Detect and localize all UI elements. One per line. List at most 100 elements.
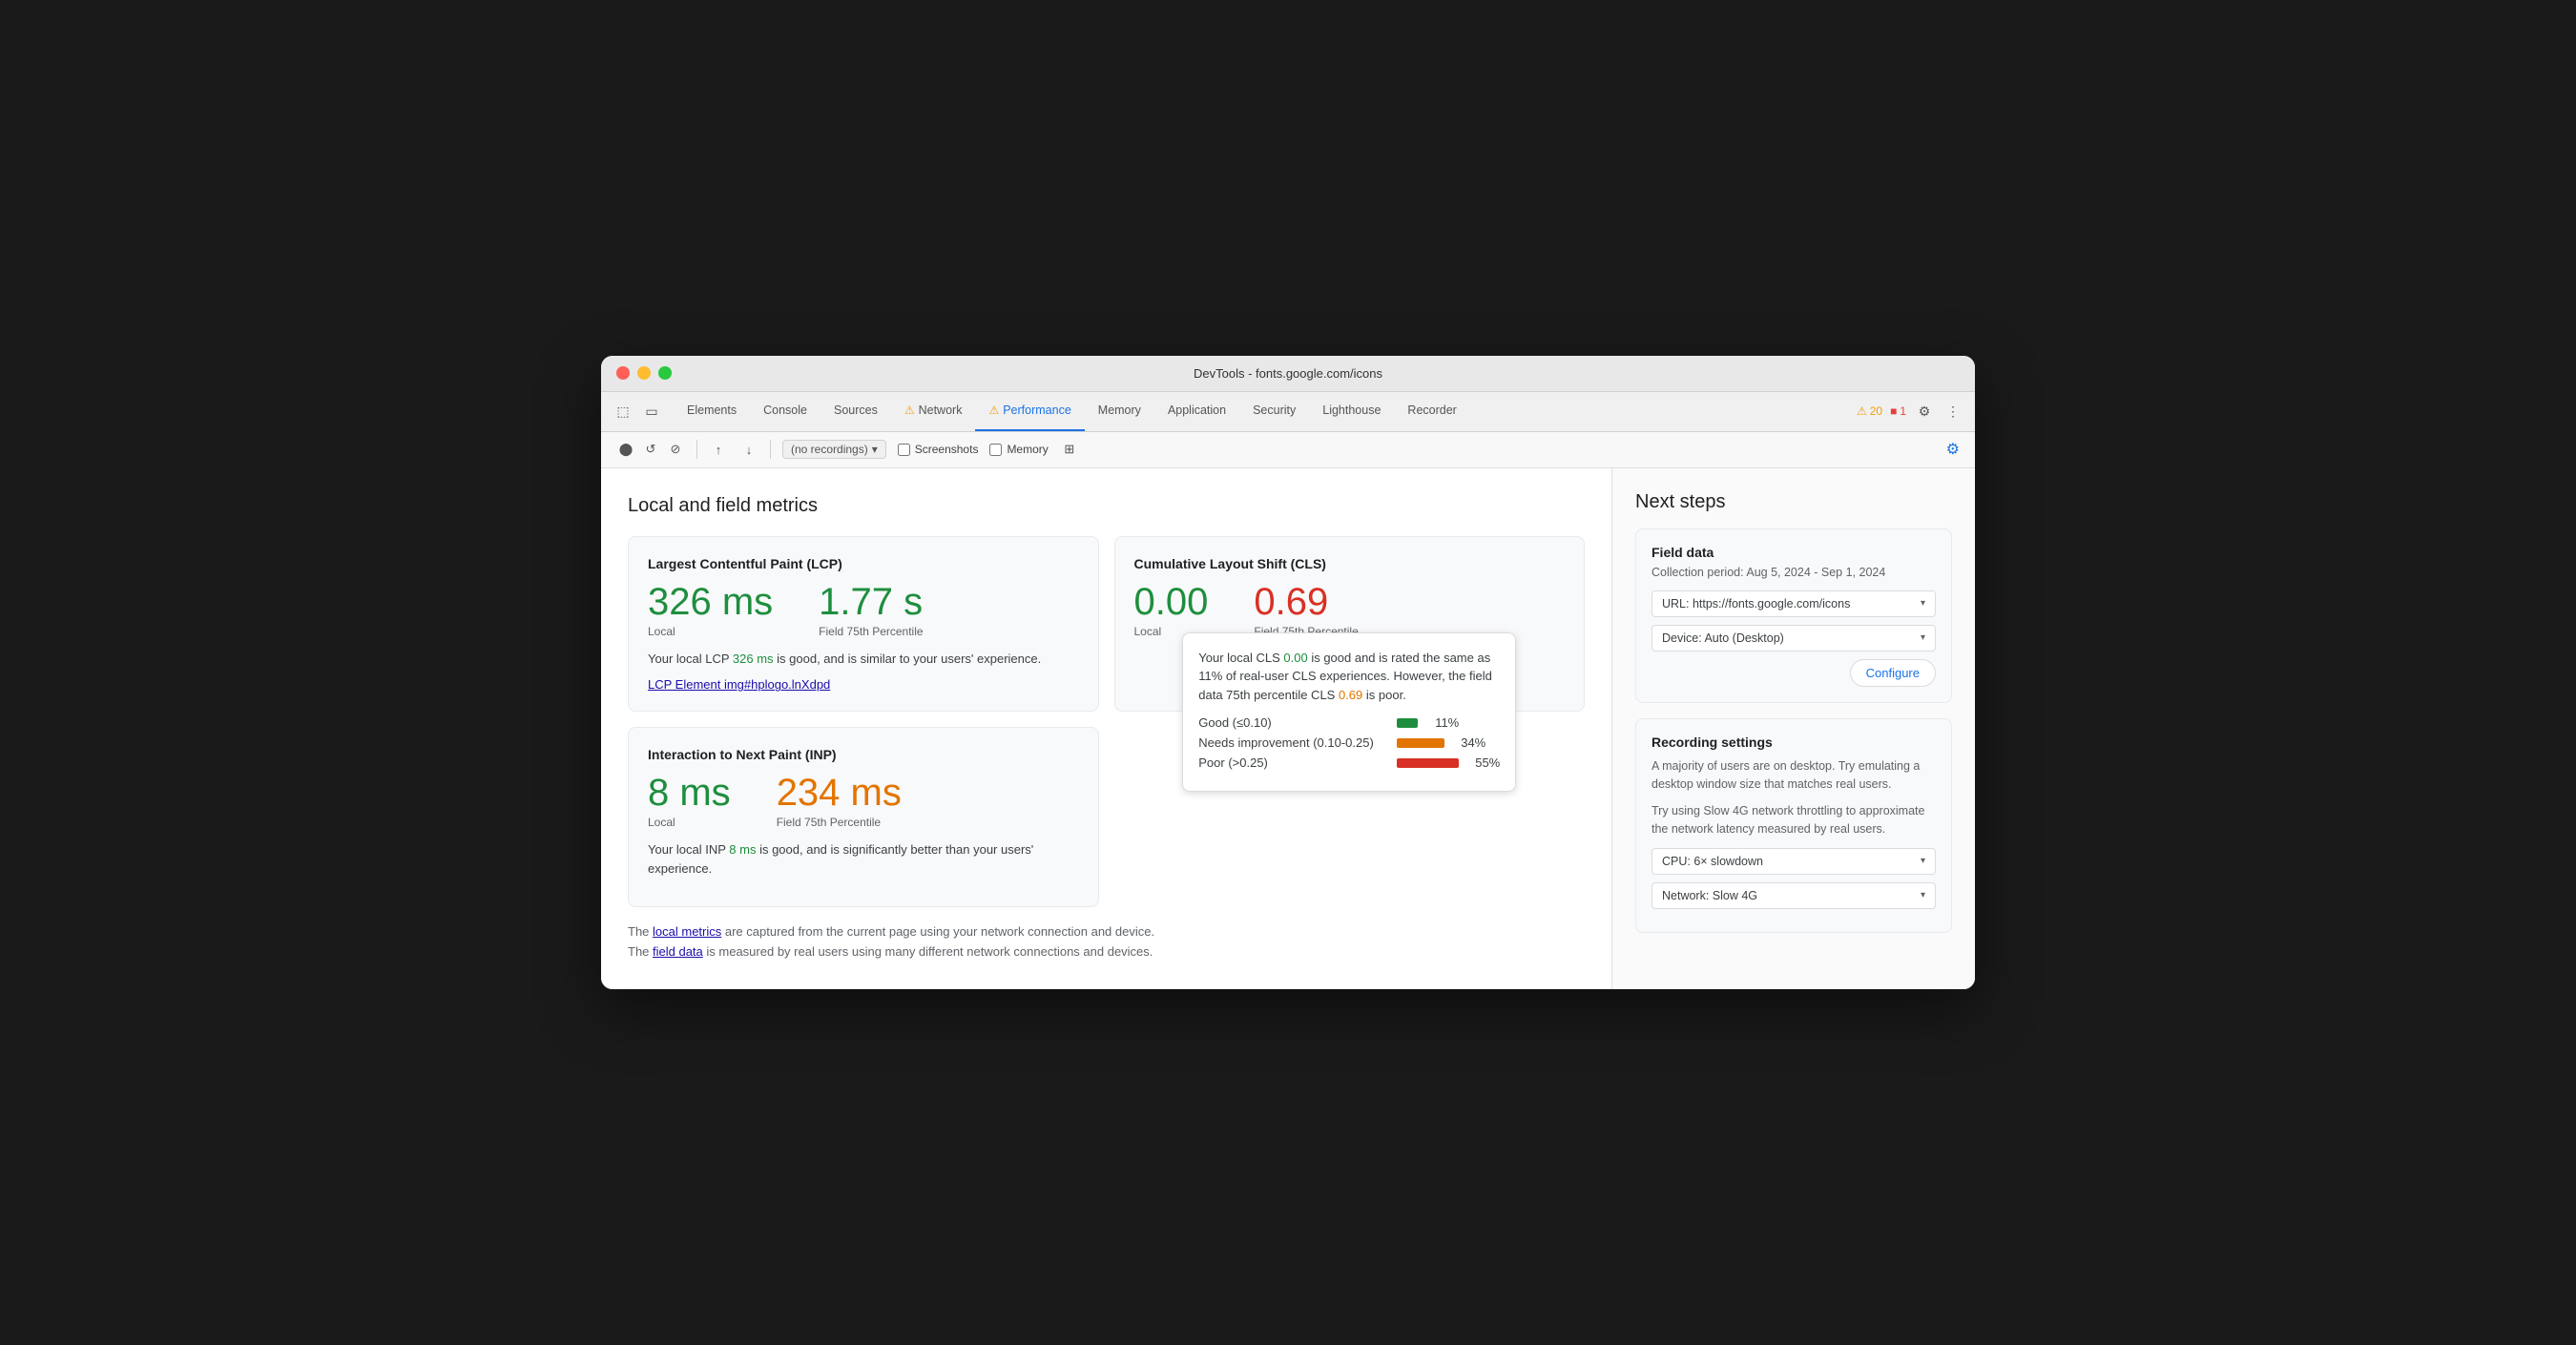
footer-line1: The local metrics are captured from the …	[628, 922, 1585, 942]
record-icon[interactable]: ⬤	[616, 440, 635, 459]
recording-dropdown[interactable]: (no recordings) ▾	[782, 440, 886, 459]
inp-field-label: Field 75th Percentile	[777, 816, 902, 829]
right-panel: Next steps Field data Collection period:…	[1612, 468, 1975, 989]
cls-tooltip-v2: 0.69	[1339, 688, 1362, 702]
tab-memory-label: Memory	[1098, 404, 1141, 417]
recording-settings-card: Recording settings A majority of users a…	[1635, 718, 1952, 933]
secondary-toolbar-right: ⚙	[1946, 440, 1960, 459]
toolbar-divider-2	[770, 440, 771, 459]
configure-button[interactable]: Configure	[1850, 659, 1936, 687]
tab-sources[interactable]: Sources	[821, 392, 891, 431]
field-data-period: Collection period: Aug 5, 2024 - Sep 1, …	[1652, 566, 1936, 579]
tab-elements[interactable]: Elements	[674, 392, 750, 431]
warning-count: 20	[1870, 404, 1882, 418]
lcp-element: LCP Element img#hplogo.lnXdpd	[648, 677, 1079, 692]
cls-bar-needs-label: Needs improvement (0.10-0.25)	[1198, 735, 1389, 750]
inp-description: Your local INP 8 ms is good, and is sign…	[648, 840, 1079, 878]
tab-bar: ⬚ ▭ Elements Console Sources ⚠ Network ⚠…	[601, 392, 1975, 432]
footer-line1-prefix: The	[628, 924, 653, 939]
field-data-title: Field data	[1652, 545, 1936, 560]
cls-bar-poor-bar	[1397, 758, 1459, 768]
lcp-element-link[interactable]: img#hplogo.lnXdpd	[724, 677, 830, 692]
more-options-icon[interactable]: ⋮	[1942, 401, 1963, 422]
screenshots-label: Screenshots	[915, 443, 979, 456]
lcp-field-number: 1.77 s	[819, 583, 923, 621]
device-dropdown-arrow: ▾	[1921, 632, 1925, 643]
configure-btn-container: Configure	[1652, 659, 1936, 687]
cls-bar-needs-pct: 34%	[1452, 735, 1485, 750]
tab-application[interactable]: Application	[1154, 392, 1239, 431]
screenshots-checkbox[interactable]	[898, 444, 910, 456]
lcp-desc-value: 326 ms	[733, 652, 774, 666]
device-icon[interactable]: ▭	[641, 401, 662, 422]
lcp-field-label: Field 75th Percentile	[819, 625, 923, 638]
network-dropdown[interactable]: Network: Slow 4G ▾	[1652, 882, 1936, 909]
download-icon[interactable]: ↓	[739, 440, 758, 459]
close-button[interactable]	[616, 366, 630, 380]
tab-sources-label: Sources	[834, 404, 878, 417]
devtools-window: DevTools - fonts.google.com/icons ⬚ ▭ El…	[601, 356, 1975, 989]
tab-lighthouse-label: Lighthouse	[1322, 404, 1381, 417]
tab-network[interactable]: ⚠ Network	[891, 392, 976, 431]
memory-checkbox[interactable]	[989, 444, 1002, 456]
inp-local-label: Local	[648, 816, 731, 829]
error-icon: ■	[1890, 404, 1897, 418]
cls-bar-good: Good (≤0.10) 11%	[1198, 715, 1500, 730]
tab-application-label: Application	[1168, 404, 1226, 417]
metrics-icon[interactable]: ⊞	[1060, 440, 1079, 459]
recording-settings-text2: Try using Slow 4G network throttling to …	[1652, 802, 1936, 838]
screenshots-checkbox-label[interactable]: Screenshots	[898, 443, 979, 456]
tab-console[interactable]: Console	[750, 392, 821, 431]
cls-tooltip-suffix: is poor.	[1362, 688, 1406, 702]
tab-recorder-label: Recorder	[1407, 404, 1456, 417]
next-steps-title: Next steps	[1635, 491, 1952, 513]
tab-performance-label: Performance	[1003, 404, 1071, 417]
lcp-desc-prefix: Your local LCP	[648, 652, 733, 666]
lcp-title: Largest Contentful Paint (LCP)	[648, 556, 1079, 571]
tab-lighthouse[interactable]: Lighthouse	[1309, 392, 1394, 431]
settings-gear-icon[interactable]: ⚙	[1946, 442, 1960, 458]
refresh-icon[interactable]: ↺	[641, 440, 660, 459]
warning-icon: ⚠	[1857, 404, 1867, 418]
inspect-icon[interactable]: ⬚	[613, 401, 634, 422]
tab-performance[interactable]: ⚠ Performance	[975, 392, 1084, 431]
memory-checkbox-label[interactable]: Memory	[989, 443, 1048, 456]
local-metrics-link[interactable]: local metrics	[653, 924, 721, 939]
tab-recorder[interactable]: Recorder	[1394, 392, 1469, 431]
upload-icon[interactable]: ↑	[709, 440, 728, 459]
cls-tooltip: Your local CLS 0.00 is good and is rated…	[1182, 632, 1516, 793]
performance-warning-icon: ⚠	[988, 404, 999, 417]
url-dropdown-label: URL: https://fonts.google.com/icons	[1662, 597, 1850, 610]
recording-settings-title: Recording settings	[1652, 735, 1936, 750]
tab-security[interactable]: Security	[1239, 392, 1309, 431]
metrics-grid-top: Largest Contentful Paint (LCP) 326 ms Lo…	[628, 536, 1585, 713]
cls-bar-needs-bar	[1397, 738, 1444, 748]
inp-title: Interaction to Next Paint (INP)	[648, 747, 1079, 762]
warning-badge: ⚠ 20	[1857, 404, 1882, 418]
stop-icon[interactable]: ⊘	[666, 440, 685, 459]
window-title: DevTools - fonts.google.com/icons	[1194, 366, 1382, 381]
cpu-dropdown-arrow: ▾	[1921, 856, 1925, 866]
main-content: Local and field metrics Largest Contentf…	[601, 468, 1975, 989]
lcp-local-label: Local	[648, 625, 773, 638]
url-dropdown[interactable]: URL: https://fonts.google.com/icons ▾	[1652, 590, 1936, 617]
inp-local-number: 8 ms	[648, 774, 731, 812]
inp-local-value: 8 ms Local	[648, 774, 731, 829]
device-dropdown[interactable]: Device: Auto (Desktop) ▾	[1652, 625, 1936, 652]
inp-field-number: 234 ms	[777, 774, 902, 812]
footer-line2-suffix: is measured by real users using many dif…	[703, 944, 1153, 959]
cpu-dropdown[interactable]: CPU: 6× slowdown ▾	[1652, 848, 1936, 875]
tab-elements-label: Elements	[687, 404, 737, 417]
cls-bar-good-bar	[1397, 718, 1418, 728]
field-data-link[interactable]: field data	[653, 944, 703, 959]
cls-field-value: 0.69 Field 75th Percentile	[1254, 583, 1358, 638]
tab-memory[interactable]: Memory	[1085, 392, 1154, 431]
network-dropdown-label: Network: Slow 4G	[1662, 889, 1757, 902]
maximize-button[interactable]	[658, 366, 672, 380]
settings-icon[interactable]: ⚙	[1914, 401, 1935, 422]
lcp-card: Largest Contentful Paint (LCP) 326 ms Lo…	[628, 536, 1099, 713]
network-warning-icon: ⚠	[904, 404, 915, 417]
toolbar-divider-1	[696, 440, 697, 459]
minimize-button[interactable]	[637, 366, 651, 380]
inp-field-value: 234 ms Field 75th Percentile	[777, 774, 902, 829]
